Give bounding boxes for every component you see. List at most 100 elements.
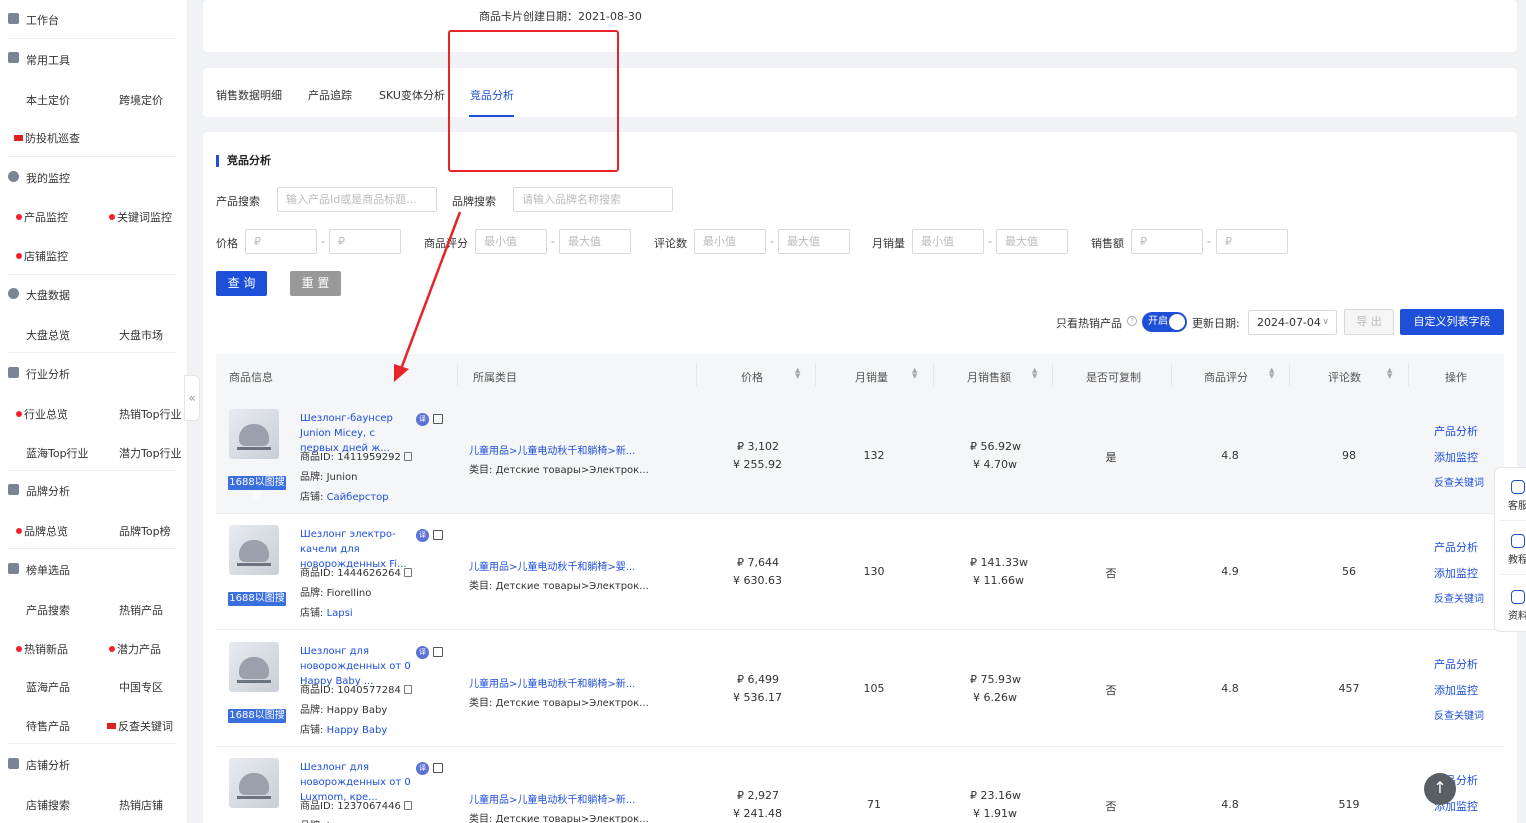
sidebar-item-brand-overview[interactable]: 品牌总览 (16, 523, 68, 539)
translate-icon[interactable]: 译 (416, 529, 429, 542)
translate-icon[interactable]: 译 (416, 413, 429, 426)
sidebar-group-ranking[interactable]: 榜单选品 (26, 562, 70, 578)
external-link-icon[interactable] (433, 647, 443, 657)
sidebar-item-hot-top-industry[interactable]: 热销Top行业 (119, 406, 182, 422)
sidebar-item-market-overview[interactable]: 大盘总览 (26, 327, 70, 343)
col-monthly-revenue[interactable]: 月销售额 (967, 369, 1011, 385)
sidebar-item-hot-products[interactable]: 热销产品 (119, 602, 163, 618)
sidebar-group-shop[interactable]: 店铺分析 (26, 757, 70, 773)
product-analysis-link[interactable]: 产品分析 (1434, 423, 1478, 439)
sidebar-item-potential-industry[interactable]: 潜力Top行业 (119, 445, 182, 461)
product-thumbnail[interactable] (229, 525, 279, 575)
export-button[interactable]: 导 出 (1344, 309, 1394, 335)
tutorial-button[interactable]: 教程 (1503, 534, 1526, 566)
price-min-input[interactable]: ₽ (245, 229, 317, 254)
customer-service-button[interactable]: 客服 (1503, 480, 1526, 512)
sidebar-item-blue-ocean-industry[interactable]: 蓝海Top行业 (26, 445, 89, 461)
back-to-top-icon[interactable]: ↑ (1424, 773, 1456, 805)
product-thumbnail[interactable] (229, 642, 279, 692)
add-monitor-link[interactable]: 添加监控 (1434, 682, 1478, 698)
col-reviews[interactable]: 评论数 (1328, 369, 1361, 385)
product-analysis-link[interactable]: 产品分析 (1434, 539, 1478, 555)
shop-link[interactable]: Lapsi (327, 608, 353, 619)
reset-button[interactable]: 重 置 (290, 271, 341, 296)
update-date-select[interactable]: 2024-07-04 ∨ (1248, 310, 1337, 335)
sort-icon[interactable]: ▲ ▼ (912, 367, 917, 380)
product-analysis-link[interactable]: 产品分析 (1434, 656, 1478, 672)
sort-icon[interactable]: ▲ ▼ (1269, 367, 1274, 380)
sidebar-group-tools[interactable]: 常用工具 (26, 52, 70, 68)
price-max-input[interactable]: ₽ (329, 229, 401, 254)
sidebar-item-blue-ocean-products[interactable]: 蓝海产品 (26, 679, 70, 695)
search-1688-button[interactable]: 1688以图搜款 (228, 476, 286, 502)
collapse-sidebar-icon[interactable]: « (184, 375, 200, 421)
category-link[interactable]: 儿童用品>儿童电动秋千和躺椅>新... (469, 675, 635, 690)
sidebar-item-shop-search[interactable]: 店铺搜索 (26, 797, 70, 813)
sidebar-group-market[interactable]: 大盘数据 (26, 287, 70, 303)
query-button[interactable]: 查 询 (216, 271, 267, 296)
search-1688-button[interactable]: 1688以图搜款 (228, 709, 286, 735)
rating-max-input[interactable]: 最大值 (559, 229, 631, 254)
sidebar-item-product-monitor[interactable]: 产品监控 (16, 209, 68, 225)
reverse-keyword-link[interactable]: 反查关键词 (1434, 590, 1484, 605)
shop-link[interactable]: Happy Baby (327, 725, 388, 736)
hot-only-toggle[interactable]: 开启 (1142, 312, 1187, 332)
rating-min-input[interactable]: 最小值 (475, 229, 547, 254)
sidebar-item-industry-overview[interactable]: 行业总览 (16, 406, 68, 422)
help-icon[interactable]: ? (1127, 316, 1137, 326)
col-monthly-sales[interactable]: 月销量 (855, 369, 888, 385)
tab-product-tracking[interactable]: 产品追踪 (308, 87, 352, 103)
product-thumbnail[interactable] (229, 758, 279, 808)
sidebar-item-pending-products[interactable]: 待售产品 (26, 718, 70, 734)
copy-icon[interactable] (403, 801, 412, 810)
sidebar-item-potential-products[interactable]: 潜力产品 (109, 641, 161, 657)
sidebar-item-cross-border-pricing[interactable]: 跨境定价 (119, 92, 163, 108)
reverse-keyword-link[interactable]: 反查关键词 (1434, 474, 1484, 489)
external-link-icon[interactable] (433, 414, 443, 424)
external-link-icon[interactable] (433, 763, 443, 773)
sidebar-item-anti-speculation[interactable]: 防投机巡查 (14, 130, 80, 146)
brand-search-input[interactable]: 请输入品牌名称搜索 (513, 187, 673, 212)
sidebar-item-hot-shops[interactable]: 热销店铺 (119, 797, 163, 813)
sidebar-item-workbench[interactable]: 工作台 (26, 12, 59, 28)
monthly-sales-min-input[interactable]: 最小值 (912, 229, 984, 254)
category-link[interactable]: 儿童用品>儿童电动秋千和躺椅>婴... (469, 558, 635, 573)
category-link[interactable]: 儿童用品>儿童电动秋千和躺椅>新... (469, 791, 635, 806)
copy-icon[interactable] (403, 452, 412, 461)
copy-icon[interactable] (403, 568, 412, 577)
sales-amount-max-input[interactable]: ₽ (1216, 229, 1288, 254)
sidebar-item-keyword-monitor[interactable]: 关键词监控 (109, 209, 172, 225)
shop-link[interactable]: Сайберстор (327, 492, 389, 503)
sort-icon[interactable]: ▲ ▼ (795, 367, 800, 380)
tab-sku-variants[interactable]: SKU变体分析 (379, 87, 445, 103)
translate-icon[interactable]: 译 (416, 762, 429, 775)
category-link[interactable]: 儿童用品>儿童电动秋千和躺椅>新... (469, 442, 635, 457)
sidebar-group-brand[interactable]: 品牌分析 (26, 483, 70, 499)
sidebar-group-monitor[interactable]: 我的监控 (26, 170, 70, 186)
sidebar-item-product-search[interactable]: 产品搜索 (26, 602, 70, 618)
reviews-min-input[interactable]: 最小值 (694, 229, 766, 254)
sales-amount-min-input[interactable]: ₽ (1131, 229, 1203, 254)
sidebar-item-reverse-keywords[interactable]: 反查关键词 (107, 718, 173, 734)
reviews-max-input[interactable]: 最大值 (778, 229, 850, 254)
sort-icon[interactable]: ▲ ▼ (1032, 367, 1037, 380)
custom-columns-button[interactable]: 自定义列表字段 (1400, 309, 1504, 335)
sort-icon[interactable]: ▲ ▼ (1387, 367, 1392, 380)
reverse-keyword-link[interactable]: 反查关键词 (1434, 707, 1484, 722)
tab-sales-detail[interactable]: 销售数据明细 (216, 87, 282, 103)
resources-button[interactable]: 资料 (1503, 590, 1526, 622)
sidebar-item-hot-new[interactable]: 热销新品 (16, 641, 68, 657)
sidebar-item-market-markets[interactable]: 大盘市场 (119, 327, 163, 343)
search-1688-button[interactable]: 1688以图搜款 (228, 592, 286, 618)
sidebar-item-brand-top[interactable]: 品牌Top榜 (119, 523, 171, 539)
add-monitor-link[interactable]: 添加监控 (1434, 449, 1478, 465)
sidebar-item-shop-monitor[interactable]: 店铺监控 (16, 248, 68, 264)
sidebar-item-local-pricing[interactable]: 本土定价 (26, 92, 70, 108)
external-link-icon[interactable] (433, 530, 443, 540)
sidebar-item-china-zone[interactable]: 中国专区 (119, 679, 163, 695)
sidebar-group-industry[interactable]: 行业分析 (26, 366, 70, 382)
add-monitor-link[interactable]: 添加监控 (1434, 565, 1478, 581)
copy-icon[interactable] (403, 685, 412, 694)
translate-icon[interactable]: 译 (416, 646, 429, 659)
product-search-input[interactable]: 输入产品Id或是商品标题... (277, 187, 437, 212)
